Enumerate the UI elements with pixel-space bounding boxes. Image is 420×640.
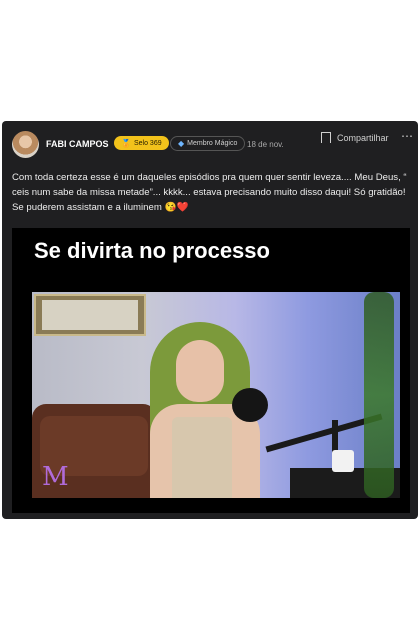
diamond-icon: ◆ <box>178 139 185 148</box>
video-frame: M <box>32 292 400 498</box>
avatar[interactable] <box>12 131 39 158</box>
person-face <box>176 340 224 402</box>
post-card: FABI CAMPOS 🏅 Selo 369 ◆ Membro Mágico 1… <box>2 121 418 519</box>
hanging-plant <box>364 292 394 498</box>
bookmark-icon <box>321 132 331 146</box>
channel-logo: M <box>42 462 69 492</box>
share-button[interactable]: Compartilhar <box>321 132 389 146</box>
selo-badge-label: Selo 369 <box>133 139 162 147</box>
share-label: Compartilhar <box>337 132 389 143</box>
member-badge: ◆ Membro Mágico <box>170 136 246 151</box>
selo-badge: 🏅 Selo 369 <box>114 136 169 150</box>
member-badge-label: Membro Mágico <box>187 140 238 147</box>
award-icon: 🏅 <box>121 138 131 148</box>
person-top <box>172 417 232 498</box>
microphone <box>232 388 268 422</box>
post-text: Com toda certeza esse é um daqueles epis… <box>12 172 407 213</box>
video-player[interactable]: Se divirta no processo M <box>12 228 410 513</box>
more-options-button[interactable]: ⋯ <box>401 129 414 143</box>
author-name[interactable]: FABI CAMPOS <box>46 139 109 149</box>
video-caption: Se divirta no processo <box>34 238 270 263</box>
post-date: 18 de nov. <box>247 140 284 149</box>
mug <box>332 450 354 472</box>
wall-painting <box>34 294 146 336</box>
